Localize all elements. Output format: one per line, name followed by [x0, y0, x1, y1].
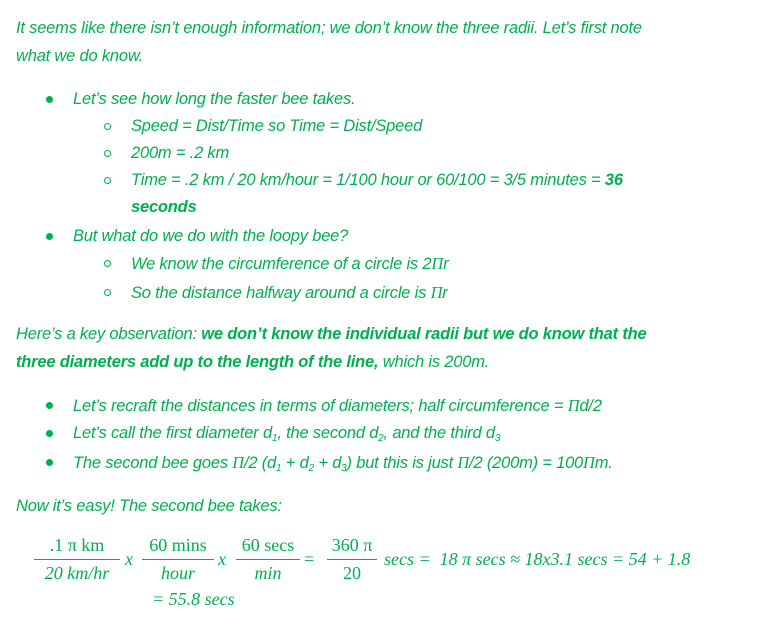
bullet-item: But what do we do with the loopy bee?: [73, 227, 349, 245]
text-segment: Let’s call the first diameter d: [73, 424, 272, 442]
bullet-item: The second bee goes Π/2 (d1 + d2 + d3) b…: [73, 449, 613, 477]
bullet-icon: [46, 96, 53, 103]
pi-symbol: Π: [232, 453, 245, 472]
equation-result: = 55.8 secs: [152, 589, 235, 609]
intro-line-1: It seems like there isn’t enough informa…: [16, 19, 642, 37]
text-segment: , the second d: [277, 424, 379, 442]
observation-tail: which is 200m.: [378, 353, 490, 371]
equation-rest: secs = 18 π secs ≈ 18x3.1 secs = 54 + 1.…: [384, 549, 691, 569]
fraction-2-denominator: hour: [160, 563, 195, 584]
circumference-text: We know the circumference of a circle is…: [131, 255, 432, 273]
bullet-item: Let’s recraft the distances in terms of …: [73, 392, 602, 420]
now-easy-paragraph: Now it’s easy! The second bee takes:: [16, 497, 282, 515]
fraction-1-denominator: 20 km/hr: [44, 563, 110, 584]
fraction-bar: [236, 559, 300, 561]
text-segment: m.: [594, 454, 613, 472]
intro-line-2: what we do know.: [16, 47, 144, 65]
pi-symbol: Π: [430, 283, 443, 302]
observation-lead: Here’s a key observation:: [16, 325, 202, 343]
fraction-bar: [142, 559, 214, 561]
pi-symbol: Π: [567, 396, 580, 415]
times-sign: x: [218, 549, 226, 569]
text-segment: /2 (d: [244, 454, 277, 472]
sub-bullet-item: 200m = .2 km: [131, 144, 230, 162]
fraction-3-denominator: min: [254, 563, 282, 584]
fraction-bar: [327, 559, 377, 561]
text-segment: /2 (200m) = 100: [469, 454, 584, 472]
text-segment: The second bee goes: [73, 454, 233, 472]
recraft-text: Let’s recraft the distances in terms of …: [73, 397, 568, 415]
fraction-4: 360 π 20: [327, 535, 377, 584]
pi-symbol: Π: [457, 453, 470, 472]
fraction-bar: [34, 559, 120, 561]
subscript: 3: [494, 433, 501, 444]
fraction-3-numerator: 60 secs: [241, 535, 295, 555]
fraction-2: 60 mins hour: [142, 535, 214, 584]
pi-symbol: Π: [431, 254, 444, 273]
intro-paragraph: It seems like there isn’t enough informa…: [16, 14, 754, 70]
observation-bold-2: three diameters add up to the length of …: [16, 353, 379, 371]
radius-symbol: r: [443, 255, 449, 273]
radius-symbol: r: [442, 284, 448, 302]
sub-bullet-item: Time = .2 km / 20 km/hour = 1/100 hour o…: [131, 167, 731, 194]
document-page: It seems like there isn’t enough informa…: [0, 0, 764, 640]
bullet-icon: [46, 402, 53, 409]
fraction-4-numerator: 360 π: [331, 535, 373, 555]
bullet-item: Let’s call the first diameter d1, the se…: [73, 420, 500, 447]
sub-bullet-icon: [104, 123, 111, 130]
observation-line-2: three diameters add up to the length of …: [16, 348, 754, 376]
text-segment: + d: [313, 454, 342, 472]
observation-paragraph: Here’s a key observation: we don’t know …: [16, 320, 754, 376]
half-circle-text: So the distance halfway around a circle …: [131, 284, 431, 302]
time-result-bold: 36: [604, 171, 623, 189]
times-sign: x: [125, 549, 133, 569]
d-over-2: d/2: [579, 397, 602, 415]
sub-bullet-icon: [104, 289, 111, 296]
sub-bullet-item: We know the circumference of a circle is…: [131, 250, 449, 278]
fraction-2-numerator: 60 mins: [149, 535, 207, 555]
time-calc-text: Time = .2 km / 20 km/hour = 1/100 hour o…: [131, 171, 605, 189]
time-result-unit: seconds: [131, 198, 197, 216]
observation-bold-1: we don’t know the individual radii but w…: [201, 325, 647, 343]
text-segment: , and the third d: [383, 424, 495, 442]
observation-line-1: Here’s a key observation: we don’t know …: [16, 320, 754, 348]
bullet-icon: [46, 233, 53, 240]
sub-bullet-item: So the distance halfway around a circle …: [131, 279, 448, 307]
sub-bullet-icon: [104, 150, 111, 157]
equals-sign: =: [304, 549, 315, 569]
pi-symbol: Π: [583, 453, 595, 472]
text-segment: + d: [281, 454, 309, 472]
bullet-icon: [46, 459, 53, 466]
bullet-icon: [46, 430, 53, 437]
fraction-1: .1 π km 20 km/hr: [34, 535, 120, 584]
sub-bullet-icon: [104, 177, 111, 184]
fraction-3: 60 secs min: [236, 535, 300, 584]
fraction-1-numerator: .1 π km: [49, 535, 105, 555]
text-segment: ) but this is just: [346, 454, 458, 472]
bullet-item: Let’s see how long the faster bee takes.: [73, 90, 356, 108]
sub-bullet-item: Speed = Dist/Time so Time = Dist/Speed: [131, 117, 423, 135]
fraction-4-denominator: 20: [343, 563, 361, 584]
sub-bullet-icon: [104, 260, 111, 267]
